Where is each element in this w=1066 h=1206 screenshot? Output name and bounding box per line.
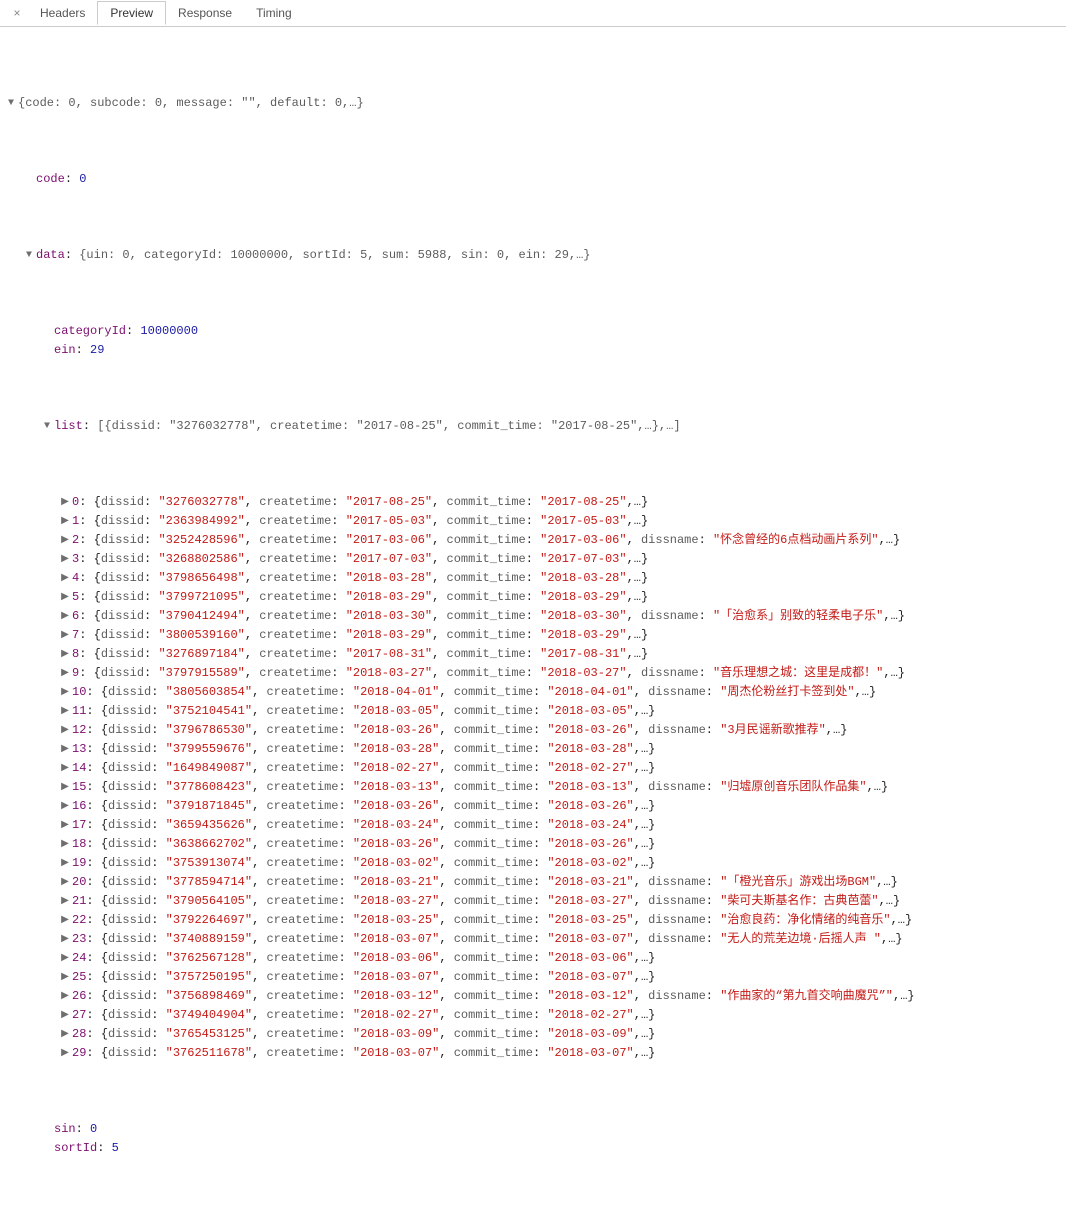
list-item[interactable]: ▶20: {dissid: "3778594714", createtime: …: [6, 873, 1060, 892]
list-item[interactable]: ▶4: {dissid: "3798656498", createtime: "…: [6, 569, 1060, 588]
collapse-arrow-icon[interactable]: ▶: [60, 493, 70, 512]
data-ein-row[interactable]: ▶ein: 29: [6, 341, 1060, 360]
list-item[interactable]: ▶26: {dissid: "3756898469", createtime: …: [6, 987, 1060, 1006]
list-item[interactable]: ▶3: {dissid: "3268802586", createtime: "…: [6, 550, 1060, 569]
collapse-arrow-icon[interactable]: ▶: [60, 778, 70, 797]
collapse-arrow-icon[interactable]: ▶: [60, 569, 70, 588]
list-item[interactable]: ▶27: {dissid: "3749404904", createtime: …: [6, 1006, 1060, 1025]
json-preview-tree: ▼ {code: 0, subcode: 0, message: "", def…: [0, 27, 1066, 1206]
collapse-arrow-icon[interactable]: ▶: [60, 911, 70, 930]
collapse-arrow-icon[interactable]: ▶: [60, 645, 70, 664]
collapse-arrow-icon[interactable]: ▶: [60, 835, 70, 854]
list-item[interactable]: ▶5: {dissid: "3799721095", createtime: "…: [6, 588, 1060, 607]
collapse-arrow-icon[interactable]: ▶: [60, 854, 70, 873]
list-item[interactable]: ▶28: {dissid: "3765453125", createtime: …: [6, 1025, 1060, 1044]
collapse-arrow-icon[interactable]: ▶: [60, 683, 70, 702]
collapse-arrow-icon[interactable]: ▶: [60, 512, 70, 531]
tab-preview[interactable]: Preview: [97, 1, 166, 25]
list-item[interactable]: ▶15: {dissid: "3778608423", createtime: …: [6, 778, 1060, 797]
tab-timing[interactable]: Timing: [244, 2, 304, 24]
collapse-arrow-icon[interactable]: ▶: [60, 797, 70, 816]
collapse-arrow-icon[interactable]: ▶: [60, 759, 70, 778]
data-sin-row[interactable]: ▶sin: 0: [6, 1120, 1060, 1139]
list-item[interactable]: ▶0: {dissid: "3276032778", createtime: "…: [6, 493, 1060, 512]
list-item[interactable]: ▶13: {dissid: "3799559676", createtime: …: [6, 740, 1060, 759]
list-item[interactable]: ▶6: {dissid: "3790412494", createtime: "…: [6, 607, 1060, 626]
list-item[interactable]: ▶8: {dissid: "3276897184", createtime: "…: [6, 645, 1060, 664]
collapse-arrow-icon[interactable]: ▶: [60, 1025, 70, 1044]
list-item[interactable]: ▶7: {dissid: "3800539160", createtime: "…: [6, 626, 1060, 645]
list-item[interactable]: ▶23: {dissid: "3740889159", createtime: …: [6, 930, 1060, 949]
tab-response[interactable]: Response: [166, 2, 244, 24]
code-kv: code: 0: [36, 170, 86, 189]
root-summary: {code: 0, subcode: 0, message: "", defau…: [18, 94, 364, 113]
list-item[interactable]: ▶19: {dissid: "3753913074", createtime: …: [6, 854, 1060, 873]
list-item[interactable]: ▶21: {dissid: "3790564105", createtime: …: [6, 892, 1060, 911]
collapse-arrow-icon[interactable]: ▶: [60, 892, 70, 911]
collapse-arrow-icon[interactable]: ▶: [60, 873, 70, 892]
collapse-arrow-icon[interactable]: ▶: [60, 626, 70, 645]
list-item[interactable]: ▶25: {dissid: "3757250195", createtime: …: [6, 968, 1060, 987]
collapse-arrow-icon[interactable]: ▶: [60, 550, 70, 569]
collapse-arrow-icon[interactable]: ▶: [60, 588, 70, 607]
list-item[interactable]: ▶22: {dissid: "3792264697", createtime: …: [6, 911, 1060, 930]
list-item[interactable]: ▶11: {dissid: "3752104541", createtime: …: [6, 702, 1060, 721]
collapse-arrow-icon[interactable]: ▶: [60, 987, 70, 1006]
collapse-arrow-icon[interactable]: ▶: [60, 816, 70, 835]
collapse-arrow-icon[interactable]: ▶: [60, 1006, 70, 1025]
list-item[interactable]: ▶29: {dissid: "3762511678", createtime: …: [6, 1044, 1060, 1063]
collapse-arrow-icon[interactable]: ▶: [60, 949, 70, 968]
list-node[interactable]: ▼ list: [{dissid: "3276032778", createti…: [6, 417, 1060, 436]
close-icon[interactable]: ×: [6, 6, 28, 20]
list-item[interactable]: ▶9: {dissid: "3797915589", createtime: "…: [6, 664, 1060, 683]
collapse-arrow-icon[interactable]: ▶: [60, 607, 70, 626]
expand-arrow-icon[interactable]: ▼: [24, 246, 34, 265]
collapse-arrow-icon[interactable]: ▶: [60, 702, 70, 721]
list-item[interactable]: ▶2: {dissid: "3252428596", createtime: "…: [6, 531, 1060, 550]
list-item[interactable]: ▶14: {dissid: "1649849087", createtime: …: [6, 759, 1060, 778]
collapse-arrow-icon[interactable]: ▶: [60, 664, 70, 683]
data-node[interactable]: ▼ data: {uin: 0, categoryId: 10000000, s…: [6, 246, 1060, 265]
collapse-arrow-icon[interactable]: ▶: [60, 740, 70, 759]
devtools-tabbar: × HeadersPreviewResponseTiming: [0, 0, 1066, 27]
list-item[interactable]: ▶16: {dissid: "3791871845", createtime: …: [6, 797, 1060, 816]
code-row[interactable]: ▶ code: 0: [6, 170, 1060, 189]
list-item[interactable]: ▶17: {dissid: "3659435626", createtime: …: [6, 816, 1060, 835]
tab-headers[interactable]: Headers: [28, 2, 97, 24]
collapse-arrow-icon[interactable]: ▶: [60, 930, 70, 949]
collapse-arrow-icon[interactable]: ▶: [60, 968, 70, 987]
list-item[interactable]: ▶18: {dissid: "3638662702", createtime: …: [6, 835, 1060, 854]
collapse-arrow-icon[interactable]: ▶: [60, 721, 70, 740]
list-item[interactable]: ▶24: {dissid: "3762567128", createtime: …: [6, 949, 1060, 968]
list-item[interactable]: ▶10: {dissid: "3805603854", createtime: …: [6, 683, 1060, 702]
expand-arrow-icon[interactable]: ▼: [42, 417, 52, 436]
list-item[interactable]: ▶12: {dissid: "3796786530", createtime: …: [6, 721, 1060, 740]
data-sortId-row[interactable]: ▶sortId: 5: [6, 1139, 1060, 1158]
data-row: data: {uin: 0, categoryId: 10000000, sor…: [36, 246, 591, 265]
data-categoryId-row[interactable]: ▶categoryId: 10000000: [6, 322, 1060, 341]
root-node[interactable]: ▼ {code: 0, subcode: 0, message: "", def…: [6, 94, 1060, 113]
collapse-arrow-icon[interactable]: ▶: [60, 531, 70, 550]
collapse-arrow-icon[interactable]: ▶: [60, 1044, 70, 1063]
expand-arrow-icon[interactable]: ▼: [6, 94, 16, 113]
list-item[interactable]: ▶1: {dissid: "2363984992", createtime: "…: [6, 512, 1060, 531]
list-header: list: [{dissid: "3276032778", createtime…: [54, 417, 681, 436]
